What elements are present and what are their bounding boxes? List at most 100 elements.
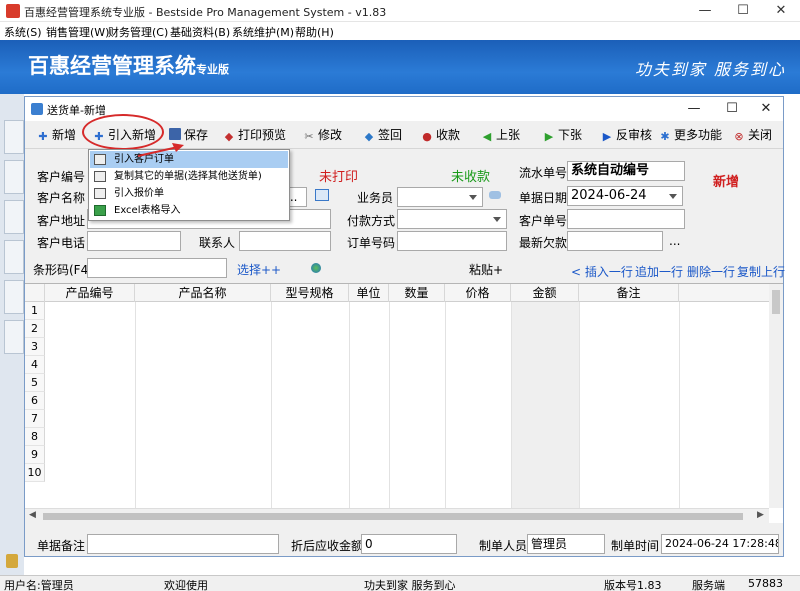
note-field[interactable] [87, 534, 279, 554]
customer-order-no-label: 客户单号 [519, 214, 568, 228]
column-header[interactable]: 备注 [579, 284, 679, 302]
menu-item-import-quote[interactable]: 引入报价单 [90, 185, 288, 202]
grid-header: 产品编号 产品名称 型号规格 单位 数量 价格 金额 备注 [25, 284, 783, 302]
time-field[interactable]: 2024-06-24 17:28:48 [661, 534, 779, 554]
vertical-scrollbar[interactable] [769, 284, 783, 508]
status-user: 用户名:管理员 [4, 579, 74, 591]
insert-row-link[interactable]: < 插入一行 [571, 263, 633, 280]
row-number[interactable]: 1 [25, 302, 45, 320]
mode-badge: 新增 [713, 175, 740, 190]
row-number[interactable]: 5 [25, 374, 45, 392]
column-header[interactable]: 产品名称 [135, 284, 271, 302]
scroll-thumb[interactable] [772, 290, 780, 314]
close-button[interactable]: ✕ [762, 0, 800, 22]
print-preview-icon: ◆ [224, 130, 234, 143]
more-functions-icon: ✱ [660, 130, 670, 143]
copy-row-link[interactable]: 复制上行 [737, 263, 785, 280]
customer-phone-field[interactable] [87, 231, 181, 251]
dialog-close-button[interactable]: ✕ [749, 98, 783, 120]
order-no-field[interactable] [397, 231, 507, 251]
collect-status: 未收款 [451, 170, 491, 185]
edit-button[interactable]: ✂ 修改 [303, 125, 342, 145]
sidebar-button[interactable] [4, 200, 24, 234]
sign-back-button[interactable]: ◆ 签回 [363, 125, 402, 145]
unaudit-button[interactable]: ▶ 反审核 [601, 125, 652, 145]
scroll-left-icon[interactable]: ◀ [29, 510, 36, 520]
close-dialog-button[interactable]: ⊗ 关闭 [733, 125, 772, 145]
menu-system[interactable]: 系统(S) [4, 24, 42, 40]
menu-help[interactable]: 帮助(H) [295, 24, 334, 40]
contact-field[interactable] [239, 231, 331, 251]
column-header[interactable]: 价格 [445, 284, 511, 302]
next-button[interactable]: ▶ 下张 [543, 125, 582, 145]
salesman-label: 业务员 [357, 191, 394, 205]
payment-button[interactable]: ● 收款 [421, 125, 460, 145]
salesman-select[interactable] [397, 187, 483, 207]
menu-finance[interactable]: 财务管理(C) [108, 24, 168, 40]
menu-bar: 系统(S) 销售管理(W) 财务管理(C) 基础资料(B) 系统维护(M) 帮助… [0, 22, 800, 40]
menu-sales[interactable]: 销售管理(W) [46, 24, 109, 40]
horizontal-scrollbar[interactable]: ◀ ▶ [25, 508, 769, 523]
system-name: 百惠经营管理系统专业版 [28, 54, 229, 78]
globe-icon[interactable] [311, 263, 321, 273]
barcode-label: 条形码(F4) [33, 263, 93, 277]
row-number[interactable]: 3 [25, 338, 45, 356]
paste-link[interactable]: 粘贴+ [469, 261, 503, 278]
new-button[interactable]: ✚ 新增 [37, 125, 76, 145]
banner-slogan: 功夫到家 服务到心 [634, 60, 786, 79]
maker-field[interactable]: 管理员 [527, 534, 605, 554]
row-number[interactable]: 8 [25, 428, 45, 446]
delete-row-link[interactable]: 删除一行 [687, 263, 735, 280]
customer-phone-label: 客户电话 [37, 236, 86, 250]
column-header[interactable]: 产品编号 [45, 284, 135, 302]
row-number[interactable]: 2 [25, 320, 45, 338]
column-header[interactable]: 金额 [511, 284, 579, 302]
date-picker[interactable]: 2024-06-24 [567, 186, 683, 206]
order-icon [94, 154, 106, 165]
column-header[interactable]: 单位 [349, 284, 389, 302]
menu-base-data[interactable]: 基础资料(B) [170, 24, 230, 40]
dialog-maximize-button[interactable]: ☐ [715, 98, 749, 120]
more-functions-button[interactable]: ✱ 更多功能 [659, 125, 722, 145]
salesman-tag-icon[interactable] [489, 191, 501, 199]
menu-item-copy-other-document[interactable]: 复制其它的单据(选择其他送货单) [90, 168, 288, 185]
product-grid: 产品编号 产品名称 型号规格 单位 数量 价格 金额 备注 1 2 3 4 5 … [25, 283, 783, 523]
maximize-button[interactable]: ☐ [724, 0, 762, 22]
menu-item-excel-import[interactable]: Excel表格导入 [90, 202, 288, 219]
dialog-minimize-button[interactable]: — [677, 98, 711, 120]
recent-owe-field[interactable] [567, 231, 663, 251]
customer-name-label: 客户名称 [37, 191, 86, 205]
column-header[interactable]: 数量 [389, 284, 445, 302]
sidebar-button[interactable] [4, 160, 24, 194]
column-header[interactable]: 型号规格 [271, 284, 349, 302]
sidebar-button[interactable] [4, 280, 24, 314]
append-row-link[interactable]: 追加一行 [635, 263, 683, 280]
sidebar-button[interactable] [4, 240, 24, 274]
sidebar-button[interactable] [4, 120, 24, 154]
row-number[interactable]: 7 [25, 410, 45, 428]
recent-owe-more[interactable]: ... [669, 234, 680, 248]
menu-item-import-customer-order[interactable]: 引入客户订单 [90, 151, 288, 168]
print-preview-button[interactable]: ◆ 打印预览 [223, 125, 286, 145]
previous-button[interactable]: ◀ 上张 [481, 125, 520, 145]
row-number[interactable]: 4 [25, 356, 45, 374]
row-number[interactable]: 10 [25, 464, 45, 482]
barcode-field[interactable] [87, 258, 227, 278]
previous-icon: ◀ [482, 130, 492, 143]
select-link[interactable]: 选择++ [237, 261, 281, 278]
sidebar-button[interactable] [4, 320, 24, 354]
serial-no-field[interactable]: 系统自动编号 [567, 161, 685, 181]
scroll-right-icon[interactable]: ▶ [757, 510, 764, 520]
payment-method-select[interactable] [397, 209, 507, 229]
status-slogan: 功夫到家 服务到心 [364, 579, 456, 591]
discount-field[interactable]: 0 [361, 534, 457, 554]
menu-maintenance[interactable]: 系统维护(M) [232, 24, 294, 40]
search-icon[interactable] [315, 189, 329, 201]
row-number[interactable]: 6 [25, 392, 45, 410]
customer-order-no-field[interactable] [567, 209, 685, 229]
banner: 百惠经营管理系统专业版 功夫到家 服务到心 [0, 40, 800, 94]
row-number[interactable]: 9 [25, 446, 45, 464]
sign-back-icon: ◆ [364, 130, 374, 143]
minimize-button[interactable]: — [686, 0, 724, 22]
scroll-thumb[interactable] [43, 513, 743, 520]
